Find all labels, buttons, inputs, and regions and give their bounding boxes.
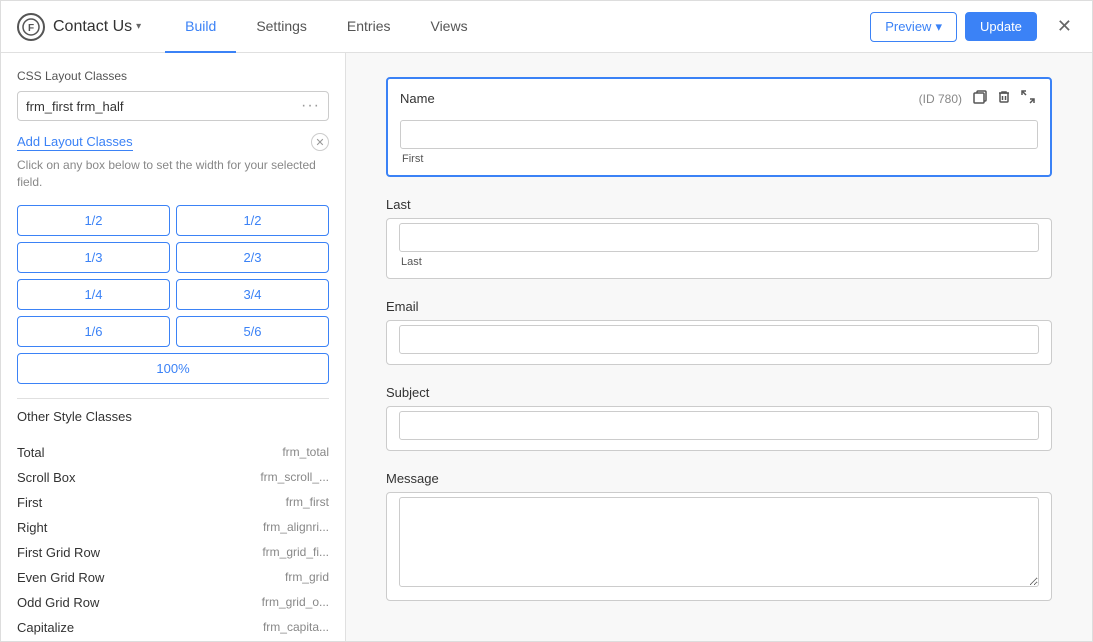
width-btn-quarter-2[interactable]: 3/4 — [176, 279, 329, 310]
width-row-1: 1/2 1/2 — [17, 205, 329, 236]
width-row-2: 1/3 2/3 — [17, 242, 329, 273]
width-btn-half-2[interactable]: 1/2 — [176, 205, 329, 236]
style-row-capitalize: Capitalize frm_capita... — [17, 615, 329, 640]
update-button[interactable]: Update — [965, 12, 1037, 41]
tab-settings[interactable]: Settings — [236, 1, 327, 53]
width-btn-full[interactable]: 100% — [17, 353, 329, 384]
add-layout-row: Add Layout Classes ✕ — [17, 133, 329, 151]
field-sublabel-last: Last — [399, 256, 1039, 268]
title-dropdown-icon[interactable]: ▾ — [136, 21, 141, 32]
field-label-name: Name — [400, 91, 435, 106]
style-row-total: Total frm_total — [17, 440, 329, 465]
field-input-last[interactable] — [399, 223, 1039, 252]
width-btn-third-1[interactable]: 1/3 — [17, 242, 170, 273]
delete-field-button[interactable] — [994, 87, 1014, 110]
style-row-first: First frm_first — [17, 490, 329, 515]
field-block-name: Name (ID 780) — [386, 77, 1052, 177]
width-grid: 1/2 1/2 1/3 2/3 1/4 3/4 1/6 5/6 100% — [17, 205, 329, 384]
field-container-message[interactable] — [386, 492, 1052, 601]
style-row-odd-grid: Odd Grid Row frm_grid_o... — [17, 590, 329, 615]
field-input-area-email — [387, 321, 1051, 364]
expand-field-button[interactable] — [1018, 87, 1038, 110]
field-input-email[interactable] — [399, 325, 1039, 354]
field-container-subject[interactable] — [386, 406, 1052, 451]
field-label-last-heading: Last — [386, 197, 1052, 212]
field-container-name[interactable]: Name (ID 780) — [386, 77, 1052, 177]
duplicate-field-button[interactable] — [970, 87, 990, 110]
field-block-last: Last Last — [386, 197, 1052, 279]
style-row-even-grid: Even Grid Row frm_grid — [17, 565, 329, 590]
preview-button[interactable]: Preview ▾ — [870, 12, 957, 42]
style-row-scrollbox: Scroll Box frm_scroll_... — [17, 465, 329, 490]
field-container-email[interactable] — [386, 320, 1052, 365]
css-layout-label: CSS Layout Classes — [17, 69, 329, 83]
field-input-message[interactable] — [399, 497, 1039, 587]
width-btn-sixth-2[interactable]: 5/6 — [176, 316, 329, 347]
field-header-name: Name (ID 780) — [388, 79, 1050, 116]
field-input-subject[interactable] — [399, 411, 1039, 440]
style-row-first-grid: First Grid Row frm_grid_fi... — [17, 540, 329, 565]
field-input-name-first[interactable] — [400, 120, 1038, 149]
width-row-5: 100% — [17, 353, 329, 384]
content-area: Name (ID 780) — [346, 53, 1092, 641]
width-btn-sixth-1[interactable]: 1/6 — [17, 316, 170, 347]
svg-text:F: F — [28, 23, 34, 34]
width-btn-quarter-1[interactable]: 1/4 — [17, 279, 170, 310]
field-label-email-heading: Email — [386, 299, 1052, 314]
field-sublabel-first: First — [400, 153, 1038, 165]
field-label-subject-heading: Subject — [386, 385, 1052, 400]
app-container: F Contact Us ▾ Build Settings Entries Vi… — [0, 0, 1093, 642]
tab-entries[interactable]: Entries — [327, 1, 411, 53]
field-block-subject: Subject — [386, 385, 1052, 451]
header: F Contact Us ▾ Build Settings Entries Vi… — [1, 1, 1092, 53]
sidebar: CSS Layout Classes ··· Add Layout Classe… — [1, 53, 346, 641]
close-button[interactable]: ✕ — [1053, 12, 1076, 41]
width-btn-third-2[interactable]: 2/3 — [176, 242, 329, 273]
add-layout-link[interactable]: Add Layout Classes — [17, 134, 133, 151]
style-row-right: Right frm_alignri... — [17, 515, 329, 540]
css-classes-input[interactable] — [26, 99, 293, 114]
main-body: CSS Layout Classes ··· Add Layout Classe… — [1, 53, 1092, 641]
css-input-row: ··· — [17, 91, 329, 121]
header-actions: Preview ▾ Update ✕ — [870, 12, 1076, 42]
field-label-message-heading: Message — [386, 471, 1052, 486]
field-input-area-subject — [387, 407, 1051, 450]
app-logo: F — [17, 13, 45, 41]
width-row-4: 1/6 5/6 — [17, 316, 329, 347]
field-block-message: Message — [386, 471, 1052, 601]
page-title: Contact Us — [53, 18, 132, 36]
tab-views[interactable]: Views — [410, 1, 487, 53]
field-container-last[interactable]: Last — [386, 218, 1052, 279]
field-id-name: (ID 780) — [919, 92, 962, 106]
field-input-area-message — [387, 493, 1051, 600]
tab-build[interactable]: Build — [165, 1, 236, 53]
other-style-header: Other Style Classes — [17, 398, 329, 434]
close-layout-button[interactable]: ✕ — [311, 133, 329, 151]
field-actions-name — [970, 87, 1038, 110]
field-input-area-last: Last — [387, 219, 1051, 278]
css-dots-icon[interactable]: ··· — [301, 97, 320, 115]
width-row-3: 1/4 3/4 — [17, 279, 329, 310]
nav-tabs: Build Settings Entries Views — [165, 1, 870, 53]
field-block-email: Email — [386, 299, 1052, 365]
width-btn-half-1[interactable]: 1/2 — [17, 205, 170, 236]
sidebar-hint: Click on any box below to set the width … — [17, 157, 329, 191]
field-input-area-name: First — [388, 116, 1050, 175]
